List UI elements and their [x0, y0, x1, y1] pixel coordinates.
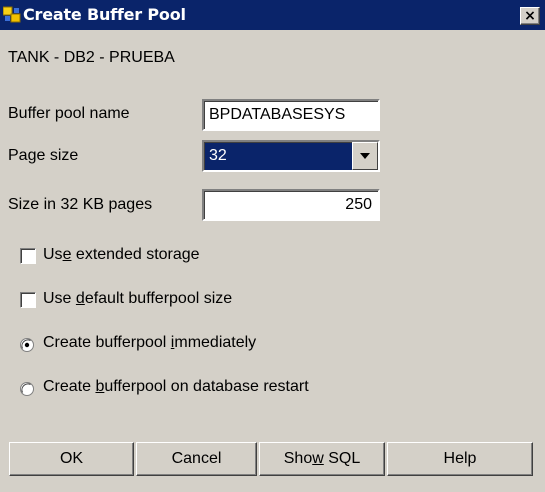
extended-storage-checkbox[interactable] — [20, 248, 36, 264]
create-immediately-label[interactable]: Create bufferpool immediately — [43, 334, 256, 352]
buffer-pool-name-value: BPDATABASESYS — [204, 101, 378, 129]
size-in-pages-value: 250 — [204, 191, 378, 219]
page-size-select[interactable]: 32 — [202, 140, 380, 172]
create-on-restart-radio[interactable] — [20, 382, 34, 396]
size-in-pages-label: Size in 32 KB pages — [8, 196, 153, 213]
buffer-pool-name-input[interactable]: BPDATABASESYS — [202, 99, 380, 131]
buffer-pool-icon — [3, 6, 21, 23]
page-size-dropdown-button[interactable] — [352, 142, 378, 170]
window-title: Create Buffer Pool — [23, 5, 186, 24]
show-sql-button[interactable]: Show SQL — [259, 442, 385, 476]
default-size-checkbox[interactable] — [20, 292, 36, 308]
buffer-pool-name-label: Buffer pool name — [8, 105, 130, 122]
database-context-label: TANK - DB2 - PRUEBA — [8, 49, 175, 66]
extended-storage-label[interactable]: Use extended storage — [43, 246, 200, 264]
close-icon: × — [524, 8, 536, 24]
cancel-button[interactable]: Cancel — [136, 442, 257, 476]
chevron-down-icon — [360, 153, 370, 159]
page-size-label: Page size — [8, 147, 79, 164]
size-in-pages-input[interactable]: 250 — [202, 189, 380, 221]
create-immediately-radio[interactable] — [20, 338, 34, 352]
create-on-restart-label[interactable]: Create bufferpool on database restart — [43, 378, 309, 396]
close-button[interactable]: × — [520, 7, 540, 25]
default-size-label[interactable]: Use default bufferpool size — [43, 290, 232, 308]
help-button[interactable]: Help — [387, 442, 533, 476]
title-bar: Create Buffer Pool × — [0, 0, 545, 30]
ok-button[interactable]: OK — [9, 442, 134, 476]
